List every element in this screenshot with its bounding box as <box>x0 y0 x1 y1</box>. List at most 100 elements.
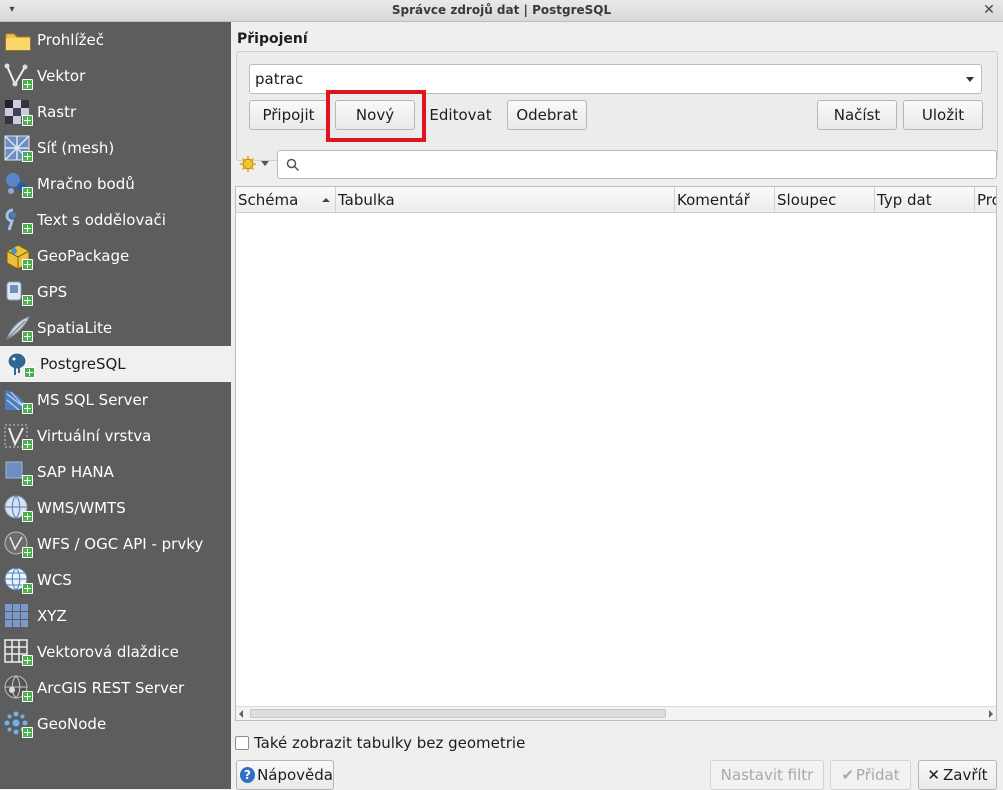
column-header-column[interactable]: Sloupec <box>775 187 875 213</box>
sidebar-item-xyz[interactable]: XYZ <box>0 598 231 634</box>
sidebar-item-label: Text s oddělovači <box>37 211 166 229</box>
wms-icon <box>3 494 33 522</box>
sidebar-item-wms[interactable]: WMS/WMTS <box>0 490 231 526</box>
show-no-geometry-checkbox[interactable] <box>235 736 249 750</box>
column-header-table[interactable]: Tabulka <box>336 187 675 213</box>
virtual-layer-icon <box>3 422 33 450</box>
sidebar-item-label: SAP HANA <box>37 463 114 481</box>
sidebar-item-label: Virtuální vrstva <box>37 427 152 445</box>
wcs-icon <box>3 566 33 594</box>
folder-icon <box>3 26 33 54</box>
help-button-label: Nápověda <box>257 766 333 784</box>
sidebar-item-mssql[interactable]: MS SQL Server <box>0 382 231 418</box>
source-sidebar: Prohlížeč Vektor Rastr Síť (mesh) Mračno… <box>0 22 231 789</box>
show-no-geometry-label: Také zobrazit tabulky bez geometrie <box>254 734 526 752</box>
show-no-geometry-option[interactable]: Také zobrazit tabulky bez geometrie <box>235 733 525 753</box>
xyz-icon <box>3 602 33 630</box>
connect-button[interactable]: Připojit <box>249 100 328 130</box>
sidebar-item-label: WFS / OGC API - prvky <box>37 535 204 553</box>
scrollbar-thumb[interactable] <box>250 709 666 718</box>
sidebar-item-spatialite[interactable]: SpatiaLite <box>0 310 231 346</box>
sidebar-item-arcgis-rest[interactable]: ArcGIS REST Server <box>0 670 231 706</box>
sidebar-item-mesh[interactable]: Síť (mesh) <box>0 130 231 166</box>
tables-view[interactable]: Schéma Tabulka Komentář Sloupec Typ dat … <box>235 186 997 721</box>
column-header-schema[interactable]: Schéma <box>236 187 336 213</box>
gps-icon <box>3 278 33 306</box>
sidebar-item-gps[interactable]: GPS <box>0 274 231 310</box>
window-title: Správce zdrojů dat | PostgreSQL <box>391 3 612 17</box>
sidebar-item-label: MS SQL Server <box>37 391 148 409</box>
close-button[interactable]: ✕ Zavřít <box>918 760 997 790</box>
sidebar-item-label: GeoPackage <box>37 247 130 265</box>
scroll-left-icon[interactable] <box>239 710 243 718</box>
sidebar-item-vector-tile[interactable]: Vektorová dlaždice <box>0 634 231 670</box>
window-close-button[interactable]: ✕ <box>981 1 997 19</box>
chevron-down-icon[interactable] <box>261 161 269 166</box>
help-icon: ? <box>240 767 256 783</box>
sidebar-item-geonode[interactable]: GeoNode <box>0 706 231 742</box>
sidebar-item-label: WCS <box>37 571 72 589</box>
load-connections-button[interactable]: Načíst <box>817 100 897 130</box>
save-connections-button[interactable]: Uložit <box>903 100 983 130</box>
chevron-down-icon <box>966 77 974 82</box>
set-filter-button[interactable]: Nastavit filtr <box>710 760 824 790</box>
remove-connection-button[interactable]: Odebrat <box>507 100 587 130</box>
wfs-icon <box>3 530 33 558</box>
geonode-icon <box>3 710 33 738</box>
sidebar-item-label: WMS/WMTS <box>37 499 126 517</box>
sidebar-item-delimited-text[interactable]: Text s oddělovači <box>0 202 231 238</box>
point-cloud-icon <box>3 170 33 198</box>
add-button[interactable]: ✔ Přidat <box>830 760 911 790</box>
sap-hana-icon <box>3 458 33 486</box>
sidebar-item-label: SpatiaLite <box>37 319 113 337</box>
sidebar-item-postgresql[interactable]: PostgreSQL <box>0 346 231 382</box>
sidebar-item-label: Vektorová dlaždice <box>37 643 179 661</box>
search-input[interactable] <box>277 150 997 179</box>
sort-ascending-icon <box>322 198 330 202</box>
horizontal-scrollbar[interactable] <box>236 706 996 720</box>
scroll-right-icon[interactable] <box>989 710 993 718</box>
sidebar-item-label: GPS <box>37 283 68 301</box>
sidebar-item-point-cloud[interactable]: Mračno bodů <box>0 166 231 202</box>
help-button[interactable]: ? Nápověda <box>236 760 334 790</box>
sidebar-item-vector[interactable]: Vektor <box>0 58 231 94</box>
edit-connection-button[interactable]: Editovat <box>424 100 497 130</box>
sidebar-item-label: Prohlížeč <box>37 31 104 49</box>
close-button-label: Zavřít <box>943 766 988 784</box>
sidebar-item-label: XYZ <box>37 607 67 625</box>
column-header-data-type[interactable]: Typ dat <box>875 187 975 213</box>
search-icon <box>286 158 300 172</box>
sidebar-item-label: GeoNode <box>37 715 107 733</box>
mesh-icon <box>3 134 33 162</box>
vector-tile-icon <box>3 638 33 666</box>
arcgis-icon <box>3 674 33 702</box>
sidebar-item-label: PostgreSQL <box>40 355 126 373</box>
connection-select-value: patrac <box>255 70 304 88</box>
sidebar-item-virtual-layer[interactable]: Virtuální vrstva <box>0 418 231 454</box>
geopackage-icon <box>3 242 33 270</box>
sidebar-item-label: Síť (mesh) <box>37 139 115 157</box>
sidebar-item-geopackage[interactable]: GeoPackage <box>0 238 231 274</box>
column-header-label: Schéma <box>238 191 299 209</box>
window-titlebar: ▾ Správce zdrojů dat | PostgreSQL ✕ <box>0 0 1003 22</box>
main-panel: Připojení patrac Připojit Nový Editovat … <box>231 22 1003 789</box>
sidebar-item-wcs[interactable]: WCS <box>0 562 231 598</box>
sidebar-item-label: Mračno bodů <box>37 175 135 193</box>
column-header-primary-key[interactable]: Pro <box>975 187 996 213</box>
sidebar-item-label: Vektor <box>37 67 86 85</box>
sidebar-item-wfs[interactable]: WFS / OGC API - prvky <box>0 526 231 562</box>
vector-icon <box>3 62 33 90</box>
postgresql-icon <box>5 350 35 378</box>
sidebar-item-sap-hana[interactable]: SAP HANA <box>0 454 231 490</box>
close-icon: ✕ <box>927 766 940 784</box>
column-header-comment[interactable]: Komentář <box>675 187 775 213</box>
sidebar-item-label: Rastr <box>37 103 77 121</box>
table-header: Schéma Tabulka Komentář Sloupec Typ dat … <box>236 187 996 213</box>
sidebar-item-browser[interactable]: Prohlížeč <box>0 22 231 58</box>
filter-options-icon[interactable] <box>239 155 259 173</box>
mssql-icon <box>3 386 33 414</box>
connections-label: Připojení <box>237 31 308 47</box>
sidebar-item-label: ArcGIS REST Server <box>37 679 185 697</box>
sidebar-item-raster[interactable]: Rastr <box>0 94 231 130</box>
checkmark-icon: ✔ <box>841 766 854 784</box>
